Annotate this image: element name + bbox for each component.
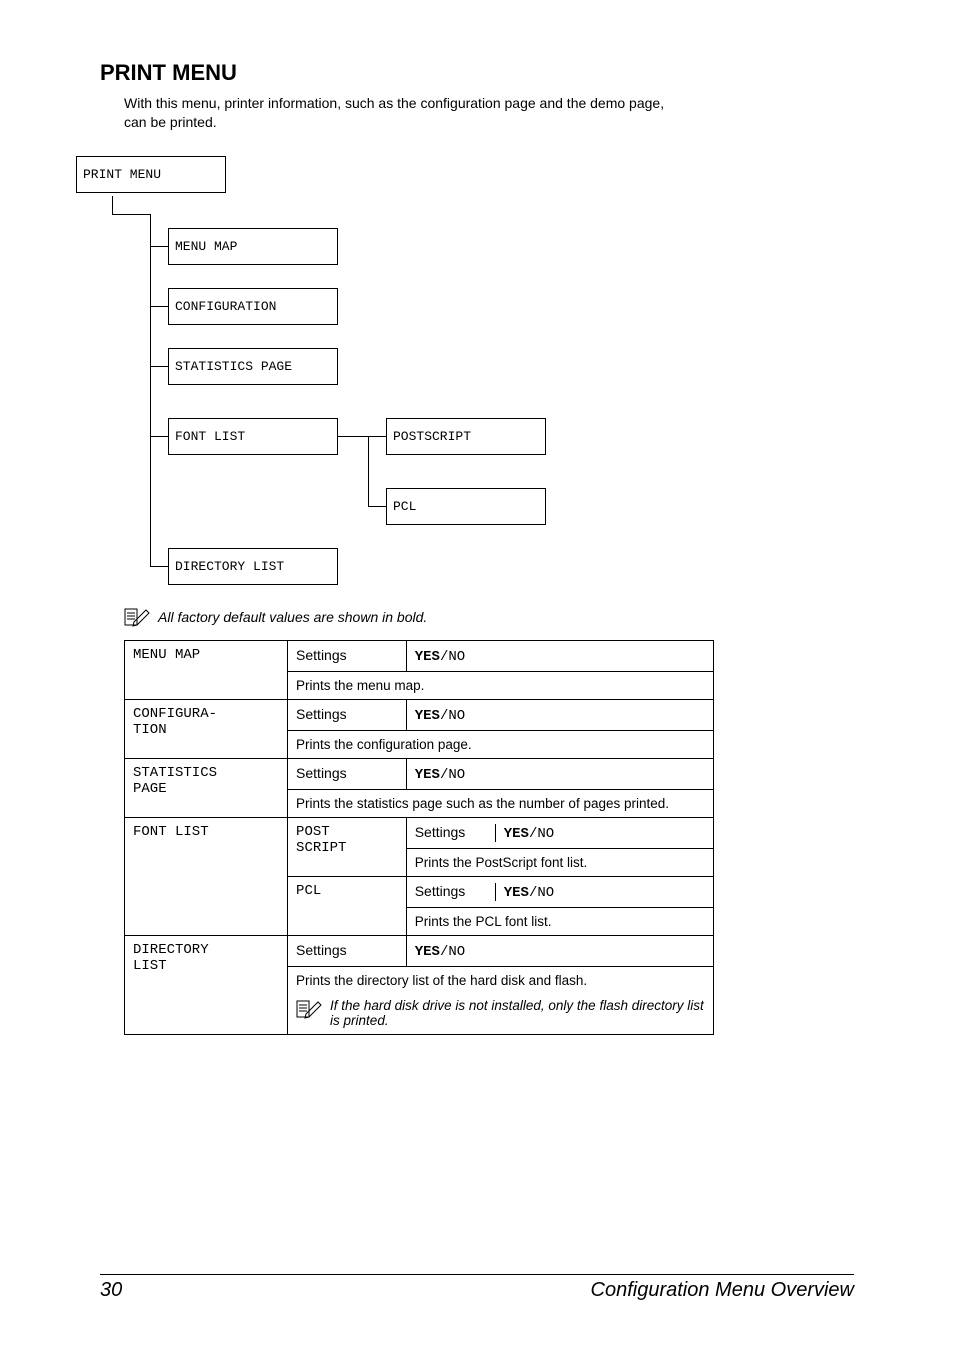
intro-text: With this menu, printer information, suc… xyxy=(124,94,684,132)
settings-label: Settings xyxy=(288,640,407,671)
row-name: CONFIGURA- TION xyxy=(125,699,288,758)
settings-table: MENU MAP Settings YES/NO Prints the menu… xyxy=(124,640,714,1035)
tree-item: CONFIGURATION xyxy=(168,288,338,325)
factory-note-text: All factory default values are shown in … xyxy=(158,609,427,625)
setting-value: YES/NO xyxy=(406,640,713,671)
tree-subitem: POSTSCRIPT xyxy=(386,418,546,455)
settings-label: Settings xyxy=(288,758,407,789)
subrow-name: POST SCRIPT xyxy=(288,817,407,876)
footer-title: Configuration Menu Overview xyxy=(591,1279,854,1302)
factory-note: All factory default values are shown in … xyxy=(124,606,854,628)
tree-item: MENU MAP xyxy=(168,228,338,265)
section-title: PRINT MENU xyxy=(100,60,854,86)
settings-label: Settings xyxy=(415,824,495,842)
row-note: If the hard disk drive is not installed,… xyxy=(296,998,705,1028)
setting-value: YES/NO xyxy=(495,883,705,901)
settings-label: Settings xyxy=(288,699,407,730)
note-icon xyxy=(124,606,150,628)
tree-item: FONT LIST xyxy=(168,418,338,455)
tree-item: DIRECTORY LIST xyxy=(168,548,338,585)
row-desc: Prints the configuration page. xyxy=(288,730,714,758)
row-name: MENU MAP xyxy=(125,640,288,699)
row-desc: Prints the directory list of the hard di… xyxy=(296,973,705,988)
row-name: DIRECTORY LIST xyxy=(125,935,288,1034)
note-icon xyxy=(296,998,322,1020)
row-name: STATISTICS PAGE xyxy=(125,758,288,817)
setting-value: YES/NO xyxy=(495,824,705,842)
setting-value: YES/NO xyxy=(406,935,713,966)
subrow-name: PCL xyxy=(288,876,407,935)
setting-value: YES/NO xyxy=(406,699,713,730)
tree-item: STATISTICS PAGE xyxy=(168,348,338,385)
row-desc: Prints the menu map. xyxy=(288,671,714,699)
row-desc: Prints the PCL font list. xyxy=(406,907,713,935)
settings-label: Settings xyxy=(288,935,407,966)
setting-value: YES/NO xyxy=(406,758,713,789)
menu-tree: PRINT MENU MENU MAP CONFIGURATION STATIS… xyxy=(76,156,676,586)
row-desc: Prints the PostScript font list. xyxy=(406,848,713,876)
tree-subitem: PCL xyxy=(386,488,546,525)
tree-root: PRINT MENU xyxy=(76,156,226,193)
page-number: 30 xyxy=(100,1279,122,1302)
row-name: FONT LIST xyxy=(125,817,288,935)
row-desc: Prints the statistics page such as the n… xyxy=(288,789,714,817)
settings-label: Settings xyxy=(415,883,495,901)
